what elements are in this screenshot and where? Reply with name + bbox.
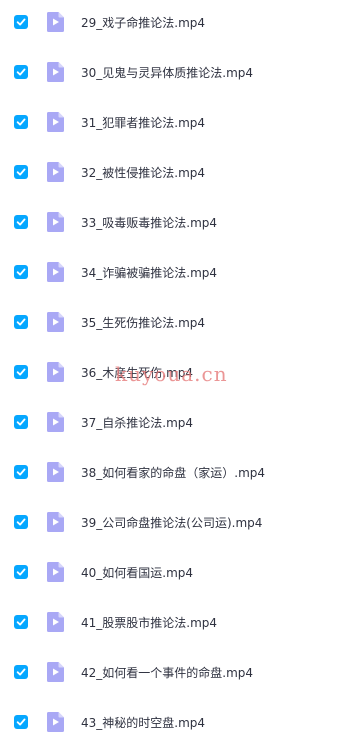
file-name[interactable]: 32_被性侵推论法.mp4 <box>81 164 205 181</box>
video-file-icon <box>44 611 66 633</box>
video-file-icon <box>44 261 66 283</box>
checkmark-icon <box>16 68 26 76</box>
video-file-icon <box>44 11 66 33</box>
select-checkbox[interactable] <box>14 65 28 79</box>
checkmark-icon <box>16 718 26 726</box>
video-file-icon <box>44 461 66 483</box>
file-row[interactable]: 43_神秘的时空盘.mp4 <box>0 697 340 747</box>
video-file-icon <box>44 211 66 233</box>
file-row[interactable]: 39_公司命盘推论法(公司运).mp4 <box>0 497 340 547</box>
file-row[interactable]: 33_吸毒贩毒推论法.mp4 <box>0 197 340 247</box>
select-checkbox[interactable] <box>14 615 28 629</box>
checkmark-icon <box>16 518 26 526</box>
file-row[interactable]: 38_如何看家的命盘（家运）.mp4 <box>0 447 340 497</box>
checkmark-icon <box>16 268 26 276</box>
select-checkbox[interactable] <box>14 665 28 679</box>
select-checkbox[interactable] <box>14 365 28 379</box>
checkmark-icon <box>16 618 26 626</box>
file-row[interactable]: 40_如何看国运.mp4 <box>0 547 340 597</box>
video-file-icon <box>44 511 66 533</box>
file-name[interactable]: 33_吸毒贩毒推论法.mp4 <box>81 214 217 231</box>
file-name[interactable]: 36_木産生死伤.mp4 <box>81 364 193 381</box>
select-checkbox[interactable] <box>14 115 28 129</box>
file-name[interactable]: 29_戏子命推论法.mp4 <box>81 14 205 31</box>
file-name[interactable]: 43_神秘的时空盘.mp4 <box>81 714 205 731</box>
file-row[interactable]: 29_戏子命推论法.mp4 <box>0 0 340 47</box>
checkmark-icon <box>16 318 26 326</box>
video-file-icon <box>44 361 66 383</box>
file-row[interactable]: 30_见鬼与灵异体质推论法.mp4 <box>0 47 340 97</box>
select-checkbox[interactable] <box>14 165 28 179</box>
checkmark-icon <box>16 118 26 126</box>
video-file-icon <box>44 411 66 433</box>
select-checkbox[interactable] <box>14 215 28 229</box>
video-file-icon <box>44 711 66 733</box>
file-name[interactable]: 41_股票股市推论法.mp4 <box>81 614 217 631</box>
video-file-icon <box>44 311 66 333</box>
file-name[interactable]: 34_诈骗被骗推论法.mp4 <box>81 264 217 281</box>
checkmark-icon <box>16 418 26 426</box>
file-row[interactable]: 32_被性侵推论法.mp4 <box>0 147 340 197</box>
checkmark-icon <box>16 168 26 176</box>
file-list: 29_戏子命推论法.mp4 30_见鬼与灵异体质推论法.mp4 31_犯罪者推论法.… <box>0 0 340 747</box>
file-name[interactable]: 38_如何看家的命盘（家运）.mp4 <box>81 464 265 481</box>
checkmark-icon <box>16 218 26 226</box>
file-row[interactable]: 35_生死伤推论法.mp4 <box>0 297 340 347</box>
select-checkbox[interactable] <box>14 315 28 329</box>
file-name[interactable]: 37_自杀推论法.mp4 <box>81 414 193 431</box>
select-checkbox[interactable] <box>14 715 28 729</box>
file-row[interactable]: 42_如何看一个事件的命盘.mp4 <box>0 647 340 697</box>
checkmark-icon <box>16 18 26 26</box>
file-row[interactable]: 34_诈骗被骗推论法.mp4 <box>0 247 340 297</box>
select-checkbox[interactable] <box>14 265 28 279</box>
video-file-icon <box>44 161 66 183</box>
video-file-icon <box>44 61 66 83</box>
select-checkbox[interactable] <box>14 515 28 529</box>
checkmark-icon <box>16 368 26 376</box>
video-file-icon <box>44 111 66 133</box>
file-row[interactable]: 31_犯罪者推论法.mp4 <box>0 97 340 147</box>
file-name[interactable]: 30_见鬼与灵异体质推论法.mp4 <box>81 64 253 81</box>
checkmark-icon <box>16 568 26 576</box>
file-name[interactable]: 42_如何看一个事件的命盘.mp4 <box>81 664 253 681</box>
file-row[interactable]: 36_木産生死伤.mp4 <box>0 347 340 397</box>
video-file-icon <box>44 661 66 683</box>
checkmark-icon <box>16 468 26 476</box>
file-name[interactable]: 40_如何看国运.mp4 <box>81 564 193 581</box>
select-checkbox[interactable] <box>14 465 28 479</box>
file-name[interactable]: 31_犯罪者推论法.mp4 <box>81 114 205 131</box>
file-name[interactable]: 39_公司命盘推论法(公司运).mp4 <box>81 514 262 531</box>
video-file-icon <box>44 561 66 583</box>
file-row[interactable]: 37_自杀推论法.mp4 <box>0 397 340 447</box>
select-checkbox[interactable] <box>14 415 28 429</box>
file-row[interactable]: 41_股票股市推论法.mp4 <box>0 597 340 647</box>
select-checkbox[interactable] <box>14 15 28 29</box>
checkmark-icon <box>16 668 26 676</box>
file-name[interactable]: 35_生死伤推论法.mp4 <box>81 314 205 331</box>
select-checkbox[interactable] <box>14 565 28 579</box>
